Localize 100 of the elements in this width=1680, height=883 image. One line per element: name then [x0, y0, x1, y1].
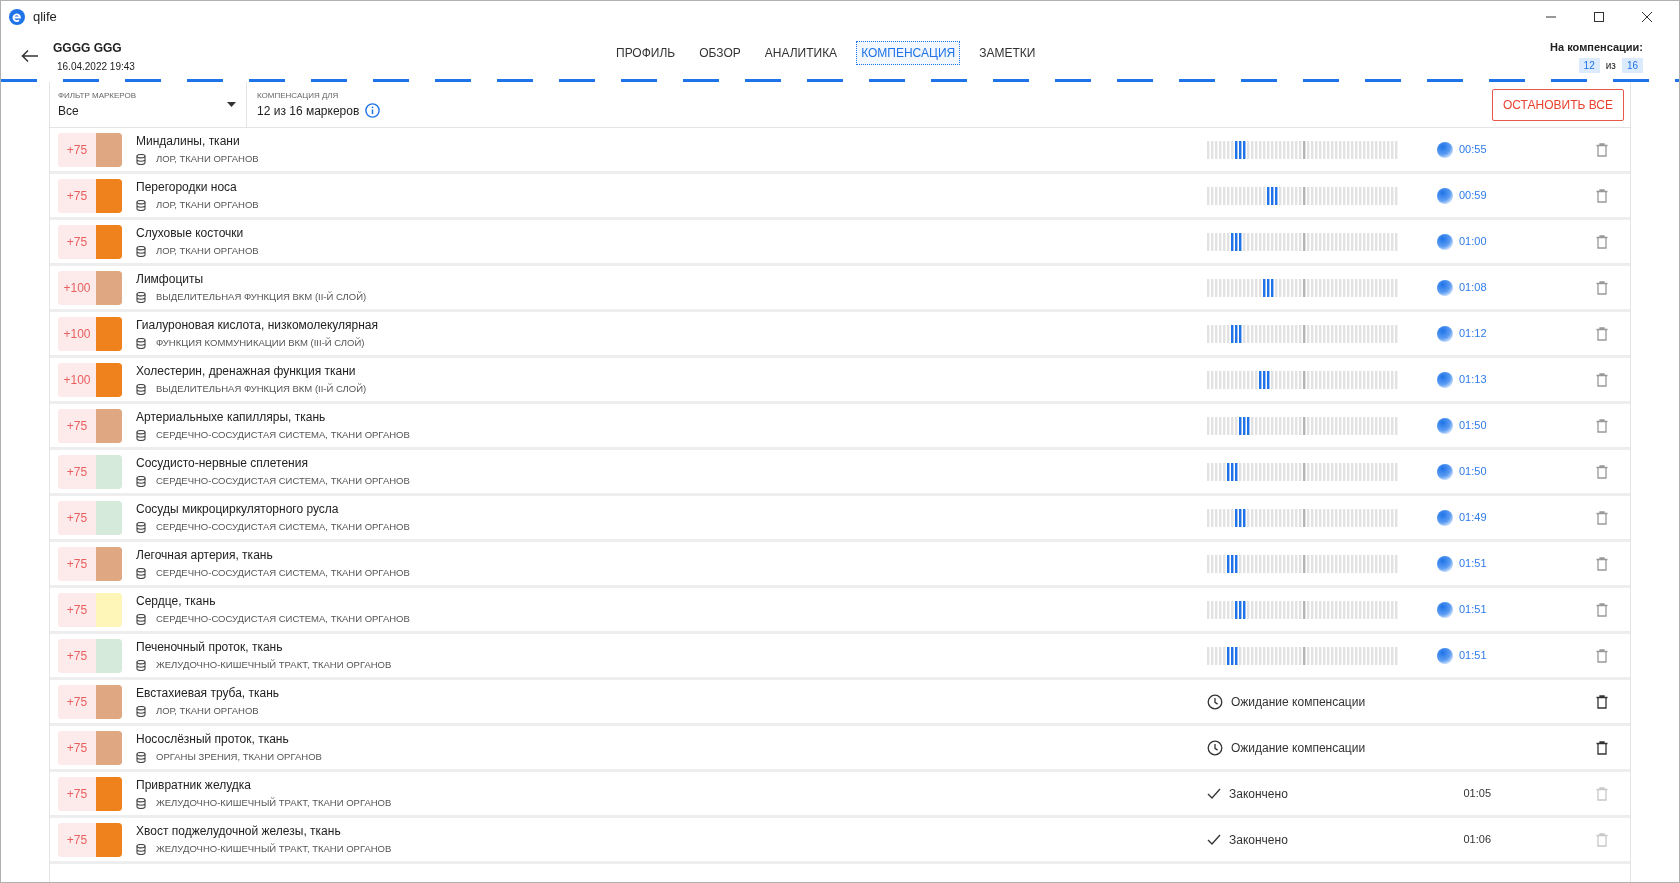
- stop-all-button[interactable]: ОСТАНОВИТЬ ВСЕ: [1492, 88, 1624, 121]
- score-badge: +75: [58, 224, 96, 259]
- marker-category: СЕРДЕЧНО-СОСУДИСТАЯ СИСТЕМА, ТКАНИ ОРГАНОВ: [156, 474, 410, 489]
- database-icon: [136, 338, 146, 349]
- database-icon: [136, 752, 146, 763]
- marker-category: ОРГАНЫ ЗРЕНИЯ, ТКАНИ ОРГАНОВ: [156, 750, 322, 765]
- info-icon[interactable]: [365, 103, 381, 118]
- marker-category: ЖЕЛУДОЧНО-КИШЕЧНЫЙ ТРАКТ, ТКАНИ ОРГАНОВ: [156, 842, 392, 857]
- database-icon: [136, 246, 146, 257]
- maximize-icon[interactable]: [1593, 11, 1605, 23]
- database-icon: [136, 798, 146, 809]
- database-icon: [136, 200, 146, 211]
- sphere-icon: [1437, 509, 1453, 526]
- nav-tab[interactable]: АНАЛИТИКА: [759, 41, 843, 65]
- score-badge: +75: [58, 638, 96, 673]
- marker-name: Артериальныхе капилляры, ткань: [136, 409, 327, 427]
- elapsed-time: 01:06: [1463, 832, 1491, 848]
- marker-category: ЖЕЛУДОЧНО-КИШЕЧНЫЙ ТРАКТ, ТКАНИ ОРГАНОВ: [156, 796, 392, 811]
- summary-separator: из: [1605, 58, 1616, 73]
- trash-icon[interactable]: [1596, 694, 1608, 709]
- sphere-icon: [1437, 417, 1453, 434]
- marker-name: Гиалуроновая кислота, низкомолекулярная: [136, 317, 379, 335]
- sphere-icon: [1437, 463, 1453, 480]
- count-badge: 16: [1621, 57, 1643, 73]
- elapsed-time: 01:05: [1463, 786, 1491, 802]
- marker-name: Легочная артерия, ткань: [136, 547, 274, 565]
- nav-tab[interactable]: ОБЗОР: [694, 41, 746, 65]
- marker-name: Сосудисто-нервные сплетения: [136, 455, 309, 473]
- sphere-icon: [1437, 187, 1453, 204]
- score-badge: +75: [58, 822, 96, 857]
- score-badge: +75: [58, 730, 96, 765]
- trash-icon[interactable]: [1596, 740, 1608, 755]
- marker-name: Евстахиевая труба, ткань: [136, 685, 281, 703]
- database-icon: [136, 844, 146, 855]
- elapsed-time: 01:13: [1459, 372, 1487, 388]
- score-badge: +75: [58, 776, 96, 811]
- elapsed-time: 01:51: [1459, 602, 1487, 618]
- score-badge: +75: [58, 684, 96, 719]
- marker-category: ЛОР, ТКАНИ ОРГАНОВ: [156, 704, 259, 719]
- marker-category: ЛОР, ТКАНИ ОРГАНОВ: [156, 198, 259, 213]
- marker-name: Печеночный проток, ткань: [136, 639, 284, 657]
- elapsed-time: 01:50: [1459, 464, 1487, 480]
- sphere-icon: [1437, 601, 1453, 618]
- status-text: Закончено: [1229, 831, 1288, 849]
- elapsed-time: 01:12: [1459, 326, 1487, 342]
- sphere-icon: [1437, 647, 1453, 664]
- status-text: Закончено: [1229, 785, 1288, 803]
- marker-category: ВЫДЕЛИТЕЛЬНАЯ ФУНКЦИЯ ВКМ (II-Й СЛОЙ): [156, 290, 367, 305]
- sphere-icon: [1437, 279, 1453, 296]
- score-badge: +75: [58, 178, 96, 213]
- marker-category: СЕРДЕЧНО-СОСУДИСТАЯ СИСТЕМА, ТКАНИ ОРГАНОВ: [156, 566, 410, 581]
- back-arrow-icon[interactable]: [21, 49, 39, 63]
- status-text: Ожидание компенсации: [1231, 739, 1366, 757]
- marker-name: Лимфоциты: [136, 271, 205, 289]
- nav-tab[interactable]: КОМПЕНСАЦИЯ: [856, 41, 961, 65]
- marker-category: ЛОР, ТКАНИ ОРГАНОВ: [156, 244, 259, 259]
- elapsed-time: 01:08: [1459, 280, 1487, 296]
- database-icon: [136, 430, 146, 441]
- elapsed-time: 01:51: [1459, 648, 1487, 664]
- count-badge: 12: [1578, 57, 1600, 73]
- elapsed-time: 01:50: [1459, 418, 1487, 434]
- compensation-value: 12 из 16 маркеров: [257, 102, 360, 120]
- window-title: qlife: [33, 8, 57, 27]
- caret-icon: [227, 102, 236, 107]
- marker-category: ЖЕЛУДОЧНО-КИШЕЧНЫЙ ТРАКТ, ТКАНИ ОРГАНОВ: [156, 658, 392, 673]
- marker-name: Привратник желудка: [136, 777, 252, 795]
- close-icon[interactable]: [1641, 11, 1653, 23]
- elapsed-time: 01:49: [1459, 510, 1487, 526]
- score-badge: +75: [58, 592, 96, 627]
- score-badge: +75: [58, 500, 96, 535]
- marker-name: Сердце, ткань: [136, 593, 217, 611]
- database-icon: [136, 706, 146, 717]
- database-icon: [136, 614, 146, 625]
- check-icon: [1207, 788, 1221, 799]
- database-icon: [136, 292, 146, 303]
- marker-category: СЕРДЕЧНО-СОСУДИСТАЯ СИСТЕМА, ТКАНИ ОРГАНОВ: [156, 428, 410, 443]
- marker-name: Слуховые косточки: [136, 225, 245, 243]
- clock-icon: [1207, 693, 1223, 710]
- clock-icon: [1207, 739, 1223, 756]
- marker-name: Сосуды микроциркуляторного русла: [136, 501, 340, 519]
- sphere-icon: [1437, 371, 1453, 388]
- score-badge: +75: [58, 546, 96, 581]
- elapsed-time: 01:00: [1459, 234, 1487, 250]
- score-badge: +75: [58, 132, 96, 167]
- filter-dropdown[interactable]: ФИЛЬТР МАРКЕРОВ Все: [50, 82, 247, 127]
- database-icon: [136, 476, 146, 487]
- nav-tab[interactable]: ЗАМЕТКИ: [974, 41, 1041, 65]
- elapsed-time: 00:59: [1459, 188, 1487, 204]
- nav-tab[interactable]: ПРОФИЛЬ: [611, 41, 681, 65]
- status-text: Ожидание компенсации: [1231, 693, 1366, 711]
- marker-name: Хвост поджелудочной железы, ткань: [136, 823, 342, 841]
- marker-name: Миндалины, ткани: [136, 133, 241, 151]
- patient-name: GGGG GGG: [53, 39, 123, 57]
- score-badge: +75: [58, 454, 96, 489]
- marker-category: СЕРДЕЧНО-СОСУДИСТАЯ СИСТЕМА, ТКАНИ ОРГАНОВ: [156, 612, 410, 627]
- database-icon: [136, 384, 146, 395]
- database-icon: [136, 154, 146, 165]
- app-logo-icon: [9, 9, 25, 25]
- marker-name: Холестерин, дренажная функция ткани: [136, 363, 357, 381]
- score-badge: +100: [58, 362, 96, 397]
